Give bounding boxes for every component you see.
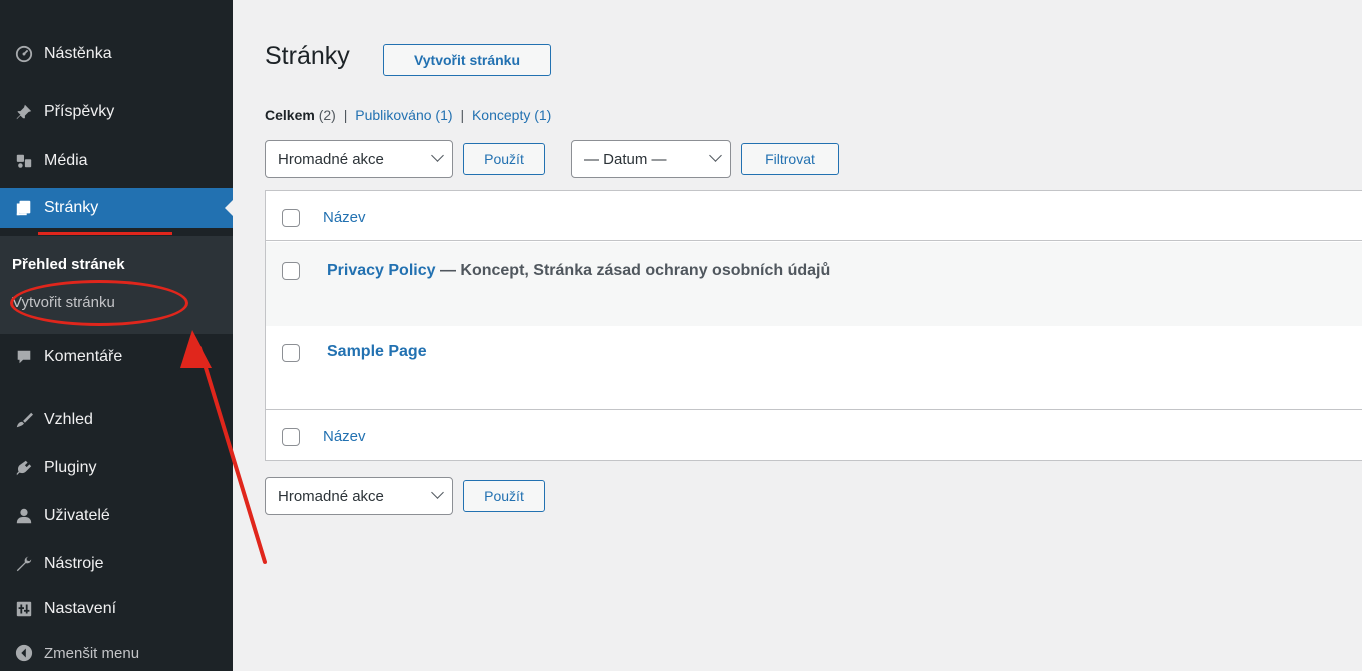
- bulk-actions-value: Hromadné akce: [278, 150, 384, 168]
- menu-item-label: Média: [44, 152, 88, 169]
- media-icon: [14, 151, 34, 171]
- menu-item-posts[interactable]: Příspěvky: [0, 92, 233, 132]
- view-separator: |: [343, 107, 348, 123]
- menu-item-comments[interactable]: Komentáře: [0, 337, 233, 377]
- view-published-count[interactable]: (1): [435, 107, 452, 123]
- view-drafts-link[interactable]: Koncepty: [472, 107, 530, 123]
- menu-item-media[interactable]: Média: [0, 141, 233, 181]
- page-title: Stránky: [265, 42, 350, 70]
- collapse-icon: [14, 643, 34, 663]
- select-all-checkbox[interactable]: [282, 209, 300, 227]
- row-checkbox[interactable]: [282, 344, 300, 362]
- annotation-ellipse: [10, 280, 188, 326]
- menu-item-label: Zmenšit menu: [44, 644, 140, 662]
- column-title-footer[interactable]: Název: [323, 428, 366, 445]
- view-published-link[interactable]: Publikováno: [355, 107, 431, 123]
- annotation-underline: [38, 232, 172, 235]
- row-title-link[interactable]: Privacy Policy: [327, 262, 436, 279]
- pin-icon: [14, 102, 34, 122]
- pages-table: Název Privacy Policy — Koncept, Stránka …: [265, 190, 1362, 461]
- menu-item-settings[interactable]: Nastavení: [0, 589, 233, 629]
- row-checkbox[interactable]: [282, 262, 300, 280]
- chevron-down-icon: [709, 149, 722, 162]
- row-title: Sample Page: [327, 343, 427, 361]
- view-drafts-count[interactable]: (1): [534, 107, 551, 123]
- date-filter-value: — Datum —: [584, 150, 667, 168]
- menu-item-users[interactable]: Uživatelé: [0, 496, 233, 536]
- menu-item-label: Nastavení: [44, 600, 117, 617]
- menu-item-label: Vzhled: [44, 411, 93, 428]
- menu-item-label: Příspěvky: [44, 103, 115, 120]
- user-icon: [14, 506, 34, 526]
- bulk-actions-select[interactable]: Hromadné akce: [265, 140, 453, 178]
- table-row: Privacy Policy — Koncept, Stránka zásad …: [266, 242, 1362, 326]
- chevron-down-icon: [431, 486, 444, 499]
- bulk-actions-select-bottom[interactable]: Hromadné akce: [265, 477, 453, 515]
- settings-icon: [14, 599, 34, 619]
- select-all-checkbox-footer[interactable]: [282, 428, 300, 446]
- view-separator: |: [460, 107, 465, 123]
- row-title-link[interactable]: Sample Page: [327, 343, 427, 360]
- dashboard-icon: [14, 44, 34, 64]
- view-all-link[interactable]: Celkem: [265, 107, 315, 123]
- collapse-menu-button[interactable]: Zmenšit menu: [0, 633, 233, 671]
- row-title: Privacy Policy — Koncept, Stránka zásad …: [327, 262, 830, 280]
- table-row: Sample Page: [266, 326, 1362, 410]
- add-new-page-button[interactable]: Vytvořit stránku: [383, 44, 551, 76]
- comment-icon: [14, 347, 34, 367]
- menu-item-label: Komentáře: [44, 348, 123, 365]
- row-post-state: — Koncept, Stránka zásad ochrany osobníc…: [435, 262, 831, 279]
- menu-item-label: Nástěnka: [44, 45, 112, 62]
- menu-item-appearance[interactable]: Vzhled: [0, 400, 233, 440]
- menu-item-label: Nástroje: [44, 555, 104, 572]
- chevron-down-icon: [431, 149, 444, 162]
- menu-item-tools[interactable]: Nástroje: [0, 544, 233, 584]
- filter-button[interactable]: Filtrovat: [741, 143, 839, 175]
- plug-icon: [14, 458, 34, 478]
- main-content: Stránky Vytvořit stránku Celkem (2) | Pu…: [233, 0, 1362, 671]
- wrench-icon: [14, 554, 34, 574]
- menu-item-label: Pluginy: [44, 459, 97, 476]
- view-filters: Celkem (2) | Publikováno (1) | Koncepty …: [265, 107, 551, 123]
- bulk-actions-value: Hromadné akce: [278, 487, 384, 505]
- menu-item-dashboard[interactable]: Nástěnka: [0, 34, 233, 74]
- admin-sidebar: Nástěnka Příspěvky Média Stránky Přehled…: [0, 0, 233, 671]
- column-title-header[interactable]: Název: [323, 209, 366, 226]
- date-filter-select[interactable]: — Datum —: [571, 140, 731, 178]
- table-header: Název: [266, 191, 1362, 241]
- menu-item-label: Stránky: [44, 199, 99, 216]
- brush-icon: [14, 410, 34, 430]
- menu-item-pages[interactable]: Stránky: [0, 188, 233, 228]
- menu-item-label: Uživatelé: [44, 507, 110, 524]
- submenu-item-all-pages[interactable]: Přehled stránek: [12, 256, 125, 273]
- apply-button-bottom[interactable]: Použít: [463, 480, 545, 512]
- menu-item-plugins[interactable]: Pluginy: [0, 448, 233, 488]
- table-footer: Název: [266, 411, 1362, 461]
- apply-button[interactable]: Použít: [463, 143, 545, 175]
- page-icon: [14, 198, 34, 218]
- view-all-count: (2): [318, 107, 336, 123]
